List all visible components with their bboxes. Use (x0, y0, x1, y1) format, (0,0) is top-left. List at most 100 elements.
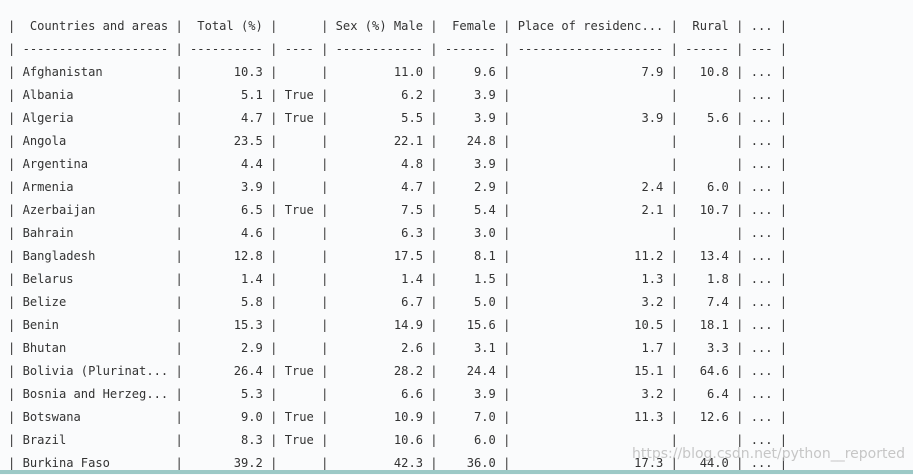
column-separator: | (8, 65, 23, 79)
separator-dashes: --- (750, 42, 773, 56)
column-separator: | (262, 226, 285, 240)
column-separator: | (728, 272, 751, 286)
table-cell: 3.1 (444, 341, 496, 355)
table-cell: 6.3 (335, 226, 424, 240)
table-cell: ... (750, 134, 773, 148)
column-separator: | (728, 180, 751, 194)
table-cell: 5.3 (190, 387, 263, 401)
column-separator: | (728, 203, 751, 217)
column-separator: | (663, 134, 686, 148)
table-cell (285, 134, 314, 148)
column-separator: | (663, 318, 686, 332)
separator-dashes: ---- (284, 42, 314, 56)
column-separator: | (728, 65, 751, 79)
column-separator: | (663, 433, 686, 447)
column-separator: | (423, 410, 445, 424)
table-cell: 2.6 (335, 341, 424, 355)
table-cell: 28.2 (335, 364, 424, 378)
table-cell (285, 456, 314, 470)
table-cell: 2.9 (190, 341, 263, 355)
table-cell: 4.4 (190, 157, 263, 171)
column-separator: | (728, 88, 751, 102)
column-separator: | (663, 65, 686, 79)
column-separator: | (168, 111, 191, 125)
column-separator: | (495, 433, 518, 447)
column-separator: | (168, 433, 191, 447)
table-cell: 3.9 (444, 157, 496, 171)
column-separator: | (8, 364, 23, 378)
table-cell (685, 88, 729, 102)
table-cell: 5.0 (444, 295, 496, 309)
table-cell: 11.0 (335, 65, 424, 79)
column-separator: | (168, 249, 191, 263)
column-separator: | (262, 42, 285, 56)
column-separator: | (772, 364, 788, 378)
table-cell: ... (750, 295, 773, 309)
table-cell: Afghanistan (22, 65, 169, 79)
table-cell: 1.5 (444, 272, 496, 286)
table-cell: 15.1 (517, 364, 664, 378)
table-cell: 12.8 (190, 249, 263, 263)
column-separator: | (495, 226, 518, 240)
table-cell (518, 134, 664, 148)
column-separator: | (495, 272, 518, 286)
column-separator: | (262, 65, 285, 79)
table-header-row: | Countries and areas | Total (%) | | Se… (8, 15, 787, 38)
table-cell (518, 157, 664, 171)
table-cell: 9.0 (190, 410, 263, 424)
table-cell: 11.2 (517, 249, 664, 263)
table-row: | Bhutan | 2.9 | | 2.6 | 3.1 | 1.7 | 3.3… (8, 337, 787, 360)
column-separator: | (313, 42, 336, 56)
column-separator: | (313, 318, 336, 332)
table-cell: True (284, 433, 314, 447)
column-separator: | (262, 433, 285, 447)
column-separator: | (262, 318, 285, 332)
table-row: | Azerbaijan | 6.5 | True | 7.5 | 5.4 | … (8, 199, 787, 222)
column-separator: | (772, 410, 788, 424)
column-separator: | (772, 433, 788, 447)
table-cell: 18.1 (685, 318, 729, 332)
column-separator: | (772, 226, 788, 240)
column-separator: | (772, 318, 788, 332)
separator-dashes: ------------ (335, 42, 424, 56)
table-cell (518, 433, 664, 447)
table-cell: 13.4 (685, 249, 729, 263)
column-separator: | (423, 180, 445, 194)
table-cell: 36.0 (444, 456, 496, 470)
table-cell: True (284, 410, 314, 424)
table-row: | Benin | 15.3 | | 14.9 | 15.6 | 10.5 | … (8, 314, 787, 337)
table-cell: 6.5 (190, 203, 263, 217)
table-cell: ... (750, 226, 773, 240)
column-separator: | (262, 456, 285, 470)
column-separator: | (728, 19, 751, 33)
column-separator: | (168, 180, 191, 194)
header-cell: Female (444, 19, 496, 33)
bottom-accent-bar (0, 470, 913, 474)
column-separator: | (168, 19, 191, 33)
table-cell: 2.1 (517, 203, 664, 217)
column-separator: | (728, 387, 751, 401)
table-cell: 3.9 (444, 111, 496, 125)
column-separator: | (168, 295, 191, 309)
table-cell: 4.7 (190, 111, 263, 125)
column-separator: | (8, 134, 23, 148)
watermark: https://blog.csdn.net/python__reported (632, 446, 905, 462)
table-cell: ... (750, 272, 773, 286)
column-separator: | (663, 180, 686, 194)
table-cell (285, 387, 314, 401)
column-separator: | (8, 341, 23, 355)
table-cell: 7.4 (685, 295, 729, 309)
column-separator: | (728, 364, 751, 378)
column-separator: | (423, 42, 445, 56)
table-cell: ... (750, 111, 773, 125)
table-cell: 5.8 (190, 295, 263, 309)
column-separator: | (168, 456, 191, 470)
column-separator: | (772, 65, 788, 79)
table-cell: 4.7 (335, 180, 424, 194)
table-row: | Algeria | 4.7 | True | 5.5 | 3.9 | 3.9… (8, 107, 787, 130)
column-separator: | (313, 456, 336, 470)
table-cell: 3.3 (685, 341, 729, 355)
table-cell: ... (750, 433, 773, 447)
markdown-table: | Countries and areas | Total (%) | | Se… (8, 15, 787, 475)
column-separator: | (728, 295, 751, 309)
